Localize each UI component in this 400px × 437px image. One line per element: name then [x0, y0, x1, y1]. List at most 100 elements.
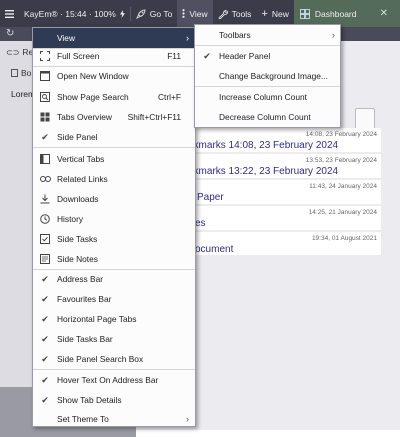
view-menu: View › Full Screen F11 Open New Window S… — [32, 27, 196, 427]
hamburger-icon — [5, 9, 14, 18]
menu-item-show-tab-details[interactable]: ✔ Show Tab Details — [33, 390, 195, 410]
menu-item-full-screen[interactable]: Full Screen F11 — [33, 46, 195, 66]
menu-item-label: Show Tab Details — [57, 395, 122, 405]
item-title: Paper — [197, 192, 224, 203]
submenu-item-label: Toolbars — [219, 30, 251, 40]
menu-divider — [33, 147, 195, 148]
notes-icon — [33, 254, 57, 264]
submenu-item-change-background[interactable]: Change Background Image... — [195, 66, 340, 86]
submenu-item-increase-columns[interactable]: Increase Column Count — [195, 87, 340, 107]
menu-item-label: Full Screen — [57, 51, 100, 61]
shortcut-label: Ctrl+F — [157, 92, 181, 102]
check-icon: ✔ — [41, 131, 49, 142]
kebab-icon — [182, 9, 185, 18]
menu-item-side-panel-search-box[interactable]: ✔ Side Panel Search Box — [33, 349, 195, 369]
link-icon: ⊂⊃ — [6, 47, 20, 57]
tools-button[interactable]: Tools — [213, 0, 257, 27]
tasks-icon — [33, 234, 57, 244]
check-icon: ✔ — [41, 313, 49, 324]
list-item[interactable]: 11:43, 24 January 2024 Paper — [181, 180, 381, 205]
goto-button[interactable]: Go To — [131, 0, 178, 27]
fullscreen-icon — [33, 51, 57, 61]
shortcut-label: F11 — [167, 51, 181, 61]
menu-item-show-page-search[interactable]: Show Page Search Ctrl+F — [33, 87, 195, 107]
check-icon: ✔ — [203, 50, 211, 61]
dashboard-tab[interactable]: Dashboard ✕ — [293, 0, 400, 27]
menu-item-hover-text[interactable]: ✔ Hover Text On Address Bar — [33, 370, 195, 390]
check-icon: ✔ — [41, 353, 49, 364]
rocket-icon — [135, 8, 146, 19]
refresh-icon[interactable]: ↻ — [6, 28, 14, 39]
close-tab-icon[interactable]: ✕ — [380, 8, 394, 19]
new-button[interactable]: + New — [256, 0, 293, 27]
menu-item-history[interactable]: History — [33, 209, 195, 229]
item-timestamp: 14:08, 23 February 2024 — [305, 131, 377, 138]
menu-item-downloads[interactable]: Downloads — [33, 189, 195, 209]
menu-item-related-links[interactable]: Related Links — [33, 169, 195, 189]
item-title: es — [195, 218, 206, 229]
menu-item-address-bar[interactable]: ✔ Address Bar — [33, 269, 195, 289]
submenu-item-header-panel[interactable]: ✔ Header Panel — [195, 46, 340, 66]
menu-item-side-panel[interactable]: ✔ Side Panel — [33, 127, 195, 147]
list-item[interactable]: 14:25, 21 January 2024 es — [181, 206, 381, 231]
new-window-icon — [33, 71, 57, 81]
menu-item-view[interactable]: View › — [33, 28, 195, 48]
menu-item-label: Side Panel — [57, 132, 98, 142]
menu-item-label: Related Links — [57, 174, 108, 184]
menu-item-label: Address Bar — [57, 274, 104, 284]
list-item[interactable]: 14:08, 23 February 2024 okmarks 14:08, 2… — [181, 128, 381, 153]
title-bar: KayEm® · 15:44 · 100% Go To View Tools +… — [0, 0, 400, 27]
chevron-right-icon: › — [186, 33, 189, 43]
menu-item-side-tasks[interactable]: Side Tasks — [33, 229, 195, 249]
submenu-item-label: Decrease Column Count — [219, 112, 311, 122]
menu-item-label: Set Theme To — [57, 414, 109, 424]
submenu-item-label: Change Background Image... — [219, 71, 328, 81]
menu-item-tabs-overview[interactable]: Tabs Overview Shift+Ctrl+F11 — [33, 107, 195, 127]
vertical-tabs-icon — [33, 154, 57, 164]
submenu-item-label: Increase Column Count — [219, 92, 307, 102]
menu-item-label: Tabs Overview — [57, 112, 112, 122]
menu-item-label: Vertical Tabs — [57, 154, 105, 164]
list-item[interactable]: 19:34, 01 August 2021 ocument — [181, 232, 381, 256]
shortcut-label: Shift+Ctrl+F11 — [127, 112, 181, 122]
new-label: New — [271, 8, 289, 19]
view-submenu: Toolbars › ✔ Header Panel Change Backgro… — [194, 24, 341, 128]
menu-item-set-theme[interactable]: Set Theme To › — [33, 409, 195, 429]
menu-item-favourites-bar[interactable]: ✔ Favourites Bar — [33, 289, 195, 309]
side-item-re[interactable]: ⊂⊃ Re — [6, 47, 33, 57]
status-text: KayEm® · 15:44 · 100% — [19, 0, 130, 27]
plus-icon: + — [261, 7, 268, 20]
submenu-item-decrease-columns[interactable]: Decrease Column Count — [195, 107, 340, 127]
menu-item-open-new-window[interactable]: Open New Window — [33, 66, 195, 86]
menu-item-label: Side Notes — [57, 254, 98, 264]
menu-item-label: Open New Window — [57, 71, 129, 81]
menu-item-side-tasks-bar[interactable]: ✔ Side Tasks Bar — [33, 329, 195, 349]
menu-item-label: Show Page Search — [57, 92, 129, 102]
menu-item-label: History — [57, 214, 84, 224]
wrench-icon — [217, 9, 228, 19]
check-icon: ✔ — [41, 273, 49, 284]
side-item-label: Bo — [21, 68, 32, 78]
item-title: okmarks 13:22, 23 February 2024 — [188, 166, 339, 177]
tabs-overview-icon — [33, 112, 57, 122]
side-strip: ⊂⊃ Re Bo Lorem — [0, 41, 35, 437]
goto-label: Go To — [149, 8, 173, 19]
menu-item-label: Horizontal Page Tabs — [57, 314, 137, 324]
download-icon — [33, 194, 57, 204]
page-search-icon — [33, 92, 57, 102]
menu-item-horizontal-page-tabs[interactable]: ✔ Horizontal Page Tabs — [33, 309, 195, 329]
chevron-right-icon: › — [186, 414, 189, 424]
menu-item-vertical-tabs[interactable]: Vertical Tabs — [33, 149, 195, 169]
view-button[interactable]: View — [177, 0, 213, 27]
list-item[interactable]: 13:53, 23 February 2024 okmarks 13:22, 2… — [181, 154, 381, 179]
battery-charging-icon — [119, 9, 125, 18]
item-timestamp: 19:34, 01 August 2021 — [311, 235, 377, 242]
hamburger-menu-button[interactable] — [0, 0, 19, 27]
menu-item-label: Favourites Bar — [57, 294, 112, 304]
submenu-item-toolbars[interactable]: Toolbars › — [195, 25, 340, 45]
menu-item-side-notes[interactable]: Side Notes — [33, 249, 195, 269]
check-icon: ✔ — [41, 293, 49, 304]
dashboard-label: Dashboard — [314, 8, 357, 19]
check-icon: ✔ — [41, 333, 49, 344]
side-item-bo[interactable]: Bo — [11, 68, 31, 78]
